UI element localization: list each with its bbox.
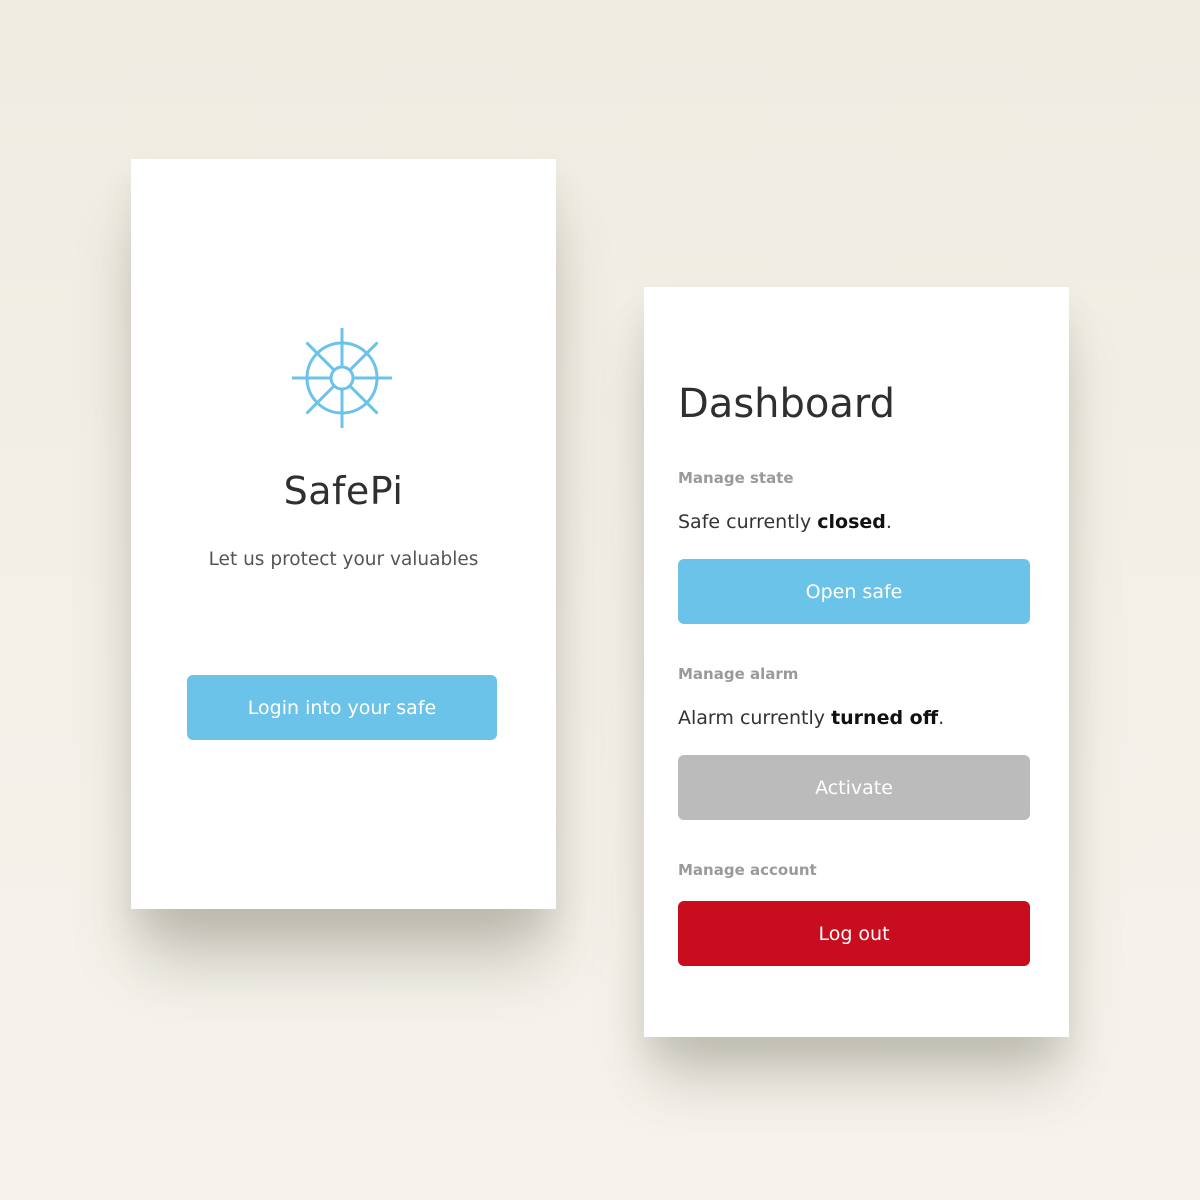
ship-wheel-icon (292, 328, 392, 428)
dashboard-screen: Dashboard Manage state Safe currently cl… (644, 287, 1069, 1037)
alarm-status-prefix: Alarm currently (678, 707, 832, 729)
alarm-status-text: Alarm currently turned off. (678, 707, 944, 729)
activate-alarm-button[interactable]: Activate (678, 755, 1030, 820)
alarm-status-suffix: . (938, 707, 945, 729)
manage-account-label: Manage account (678, 861, 817, 879)
safe-status-suffix: . (885, 511, 892, 533)
alarm-status-value: turned off (831, 707, 939, 729)
page-title: Dashboard (678, 381, 896, 427)
open-safe-button[interactable]: Open safe (678, 559, 1030, 624)
safe-status-prefix: Safe currently (678, 511, 818, 533)
tagline: Let us protect your valuables (208, 549, 479, 570)
safe-status-value: closed (817, 511, 886, 533)
login-screen: SafePi Let us protect your valuables Log… (131, 159, 556, 909)
login-button[interactable]: Login into your safe (187, 675, 497, 740)
manage-alarm-label: Manage alarm (678, 665, 799, 683)
safe-status-text: Safe currently closed. (678, 511, 892, 533)
logout-button[interactable]: Log out (678, 901, 1030, 966)
manage-state-label: Manage state (678, 469, 794, 487)
app-name: SafePi (283, 469, 404, 513)
